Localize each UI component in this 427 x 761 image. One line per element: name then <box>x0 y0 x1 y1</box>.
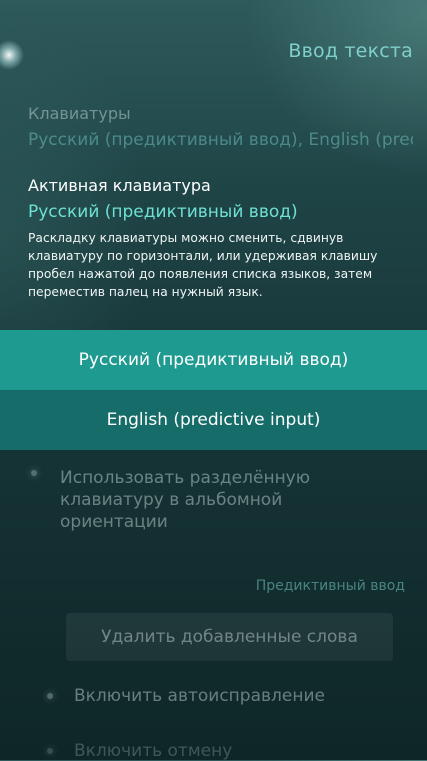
keyboards-value[interactable]: Русский (предиктивный ввод), English (pr… <box>28 130 413 150</box>
undo-switch[interactable]: Включить отмену <box>74 741 232 761</box>
predictive-section-header: Предиктивный ввод <box>255 578 405 594</box>
page-title: Ввод текста <box>288 40 413 62</box>
switch-indicator-icon <box>31 470 37 476</box>
option-label: English (predictive input) <box>106 410 321 430</box>
split-keyboard-switch[interactable]: Использовать разделённую клавиатуру в ал… <box>60 467 380 533</box>
switch-indicator-icon <box>47 693 53 699</box>
option-label: Русский (предиктивный ввод) <box>78 350 349 370</box>
active-keyboard-label: Активная клавиатура <box>28 176 211 195</box>
ambience-glow <box>0 40 24 70</box>
keyboards-label: Клавиатуры <box>28 104 131 123</box>
active-keyboard-value: Русский (предиктивный ввод) <box>28 202 298 222</box>
switch-indicator-icon <box>47 748 53 754</box>
active-keyboard-description: Раскладку клавиатуры можно сменить, сдви… <box>28 231 378 299</box>
option-russian-predictive[interactable]: Русский (предиктивный ввод) <box>0 330 427 390</box>
option-english-predictive[interactable]: English (predictive input) <box>0 390 427 450</box>
delete-added-words-button[interactable]: Удалить добавленные слова <box>66 613 393 661</box>
button-label: Удалить добавленные слова <box>101 627 358 647</box>
autocorrect-switch[interactable]: Включить автоисправление <box>74 686 325 706</box>
